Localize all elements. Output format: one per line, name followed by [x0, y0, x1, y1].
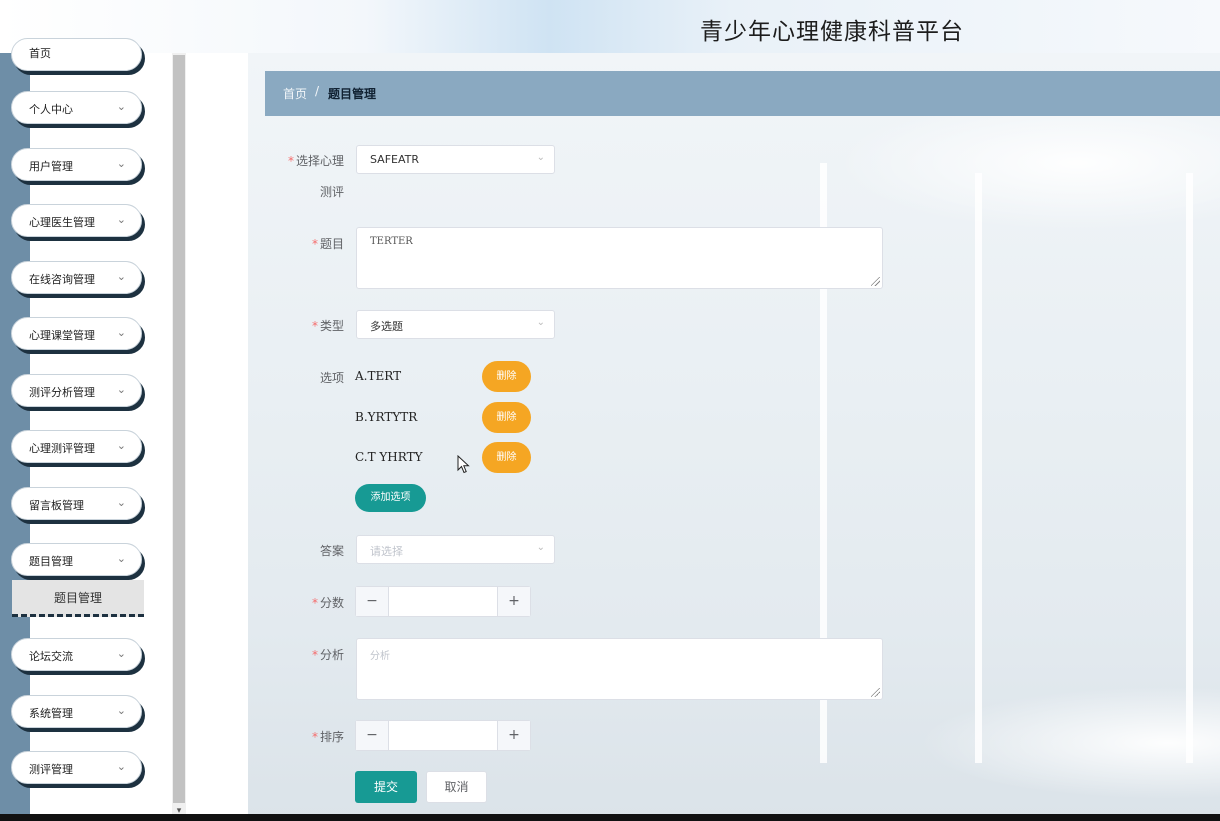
delete-option-b-button[interactable]: 删除: [482, 402, 531, 433]
score-stepper[interactable]: − +: [355, 586, 531, 617]
assessment-select[interactable]: SAFEATR ⌄: [356, 145, 555, 174]
chevron-down-icon: ⌄: [116, 270, 126, 283]
chevron-down-icon: ⌄: [536, 542, 545, 553]
delete-option-c-button[interactable]: 删除: [482, 442, 531, 473]
chevron-down-icon: ⌄: [536, 317, 545, 328]
breadcrumb-separator: /: [315, 84, 320, 98]
type-select[interactable]: 多选题 ⌄: [356, 310, 555, 339]
analysis-placeholder: 分析: [370, 651, 390, 662]
sidebar-item-label: 个人中心: [29, 103, 73, 116]
option-item-a: A.TERT: [355, 369, 402, 383]
minus-icon[interactable]: −: [356, 721, 389, 750]
required-mark: *: [311, 596, 318, 610]
chevron-down-icon: ⌄: [116, 704, 126, 717]
app-title: 青少年心理健康科普平台: [700, 19, 964, 45]
sidebar-item-classroom-management[interactable]: 心理课堂管理 ⌄: [11, 317, 142, 350]
chevron-down-icon: ⌄: [116, 647, 126, 660]
sidebar-item-analysis-management[interactable]: 测评分析管理 ⌄: [11, 374, 142, 407]
sort-stepper[interactable]: − +: [355, 720, 531, 751]
plus-icon[interactable]: +: [497, 587, 530, 616]
option-item-b: B.YRTYTR: [355, 410, 418, 424]
type-select-value: 多选题: [370, 320, 403, 333]
assessment-select-value: SAFEATR: [370, 153, 420, 166]
chevron-down-icon: ⌄: [116, 326, 126, 339]
sidebar-item-label: 留言板管理: [29, 499, 84, 512]
answer-select[interactable]: 请选择 ⌄: [356, 535, 555, 564]
sidebar-item-forum[interactable]: 论坛交流 ⌄: [11, 638, 142, 671]
sidebar-item-personal-center[interactable]: 个人中心 ⌄: [11, 91, 142, 124]
sidebar-item-user-management[interactable]: 用户管理 ⌄: [11, 148, 142, 181]
add-option-button[interactable]: 添加选项: [355, 484, 426, 512]
option-item-c: C.T YHRTY: [355, 450, 423, 464]
sidebar-item-label: 用户管理: [29, 160, 73, 173]
chevron-down-icon: ⌄: [116, 760, 126, 773]
question-value: TERTER: [370, 236, 413, 247]
options-label: 选项: [319, 371, 344, 385]
cancel-button[interactable]: 取消: [426, 771, 487, 803]
analysis-textarea[interactable]: 分析: [356, 638, 883, 700]
sidebar-item-consultation-management[interactable]: 在线咨询管理 ⌄: [11, 261, 142, 294]
sidebar-item-system-management[interactable]: 系统管理 ⌄: [11, 695, 142, 728]
bottom-border: [0, 814, 1220, 821]
mouse-cursor-icon: [457, 455, 470, 474]
chevron-down-icon: ⌄: [116, 496, 126, 509]
assessment-label-cont: 测评: [264, 183, 344, 200]
resize-handle-icon[interactable]: [871, 277, 880, 286]
plus-icon[interactable]: +: [497, 721, 530, 750]
sidebar-item-label: 心理测评管理: [29, 442, 95, 455]
minus-icon[interactable]: −: [356, 587, 389, 616]
sidebar-gap-panel: [186, 53, 248, 821]
sidebar-subitem-question-management[interactable]: 题目管理: [12, 580, 144, 617]
required-mark: *: [311, 648, 318, 662]
score-label: * 分数: [311, 596, 344, 610]
sidebar-item-message-board[interactable]: 留言板管理 ⌄: [11, 487, 142, 520]
sidebar-item-label: 题目管理: [29, 555, 73, 568]
required-mark: *: [311, 319, 318, 333]
sidebar-scrollbar-thumb[interactable]: [173, 55, 185, 803]
sidebar-item-label: 测评分析管理: [29, 386, 95, 399]
analysis-label: * 分析: [311, 648, 344, 662]
submit-button[interactable]: 提交: [355, 771, 417, 803]
sidebar-item-label: 心理医生管理: [29, 216, 95, 229]
sidebar-item-test-management[interactable]: 测评管理 ⌄: [11, 751, 142, 784]
sidebar-item-label: 心理课堂管理: [29, 329, 95, 342]
chevron-down-icon: ⌄: [116, 439, 126, 452]
chevron-down-icon: ⌄: [116, 100, 126, 113]
breadcrumb: 首页 / 题目管理: [265, 71, 1220, 116]
assessment-label-line1: 选择心理: [295, 154, 344, 168]
background-pillar: [1186, 173, 1193, 763]
required-mark: *: [287, 154, 294, 168]
chevron-down-icon: ⌄: [116, 157, 126, 170]
assessment-label: * 选择心理: [264, 152, 344, 169]
background-pillar: [975, 173, 982, 763]
answer-select-placeholder: 请选择: [370, 545, 403, 558]
resize-handle-icon[interactable]: [871, 688, 880, 697]
sidebar-item-doctor-management[interactable]: 心理医生管理 ⌄: [11, 204, 142, 237]
sort-label: * 排序: [311, 730, 344, 744]
sidebar-item-label: 论坛交流: [29, 650, 73, 663]
required-mark: *: [311, 730, 318, 744]
chevron-down-icon: ⌄: [116, 213, 126, 226]
assessment-label-line2: 测评: [319, 185, 344, 199]
answer-label: 答案: [319, 544, 344, 558]
top-header: 青少年心理健康科普平台: [0, 0, 1220, 53]
sidebar-item-home[interactable]: 首页: [11, 38, 142, 71]
required-mark: *: [311, 237, 318, 251]
sidebar-item-label: 测评管理: [29, 763, 73, 776]
breadcrumb-home-link[interactable]: 首页: [283, 85, 307, 102]
breadcrumb-current: 题目管理: [328, 87, 377, 101]
question-label: * 题目: [311, 237, 344, 251]
sidebar-item-assessment-management[interactable]: 心理测评管理 ⌄: [11, 430, 142, 463]
sidebar-item-question-management[interactable]: 题目管理 ⌄: [11, 543, 142, 576]
sidebar-item-label: 系统管理: [29, 707, 73, 720]
chevron-down-icon: ⌄: [116, 383, 126, 396]
delete-option-a-button[interactable]: 删除: [482, 361, 531, 392]
question-textarea[interactable]: TERTER: [356, 227, 883, 289]
chevron-down-icon: ⌄: [116, 552, 126, 565]
type-label: * 类型: [311, 319, 344, 333]
chevron-down-icon: ⌄: [536, 152, 545, 163]
sidebar-item-label: 在线咨询管理: [29, 273, 95, 286]
sidebar-item-label: 首页: [29, 47, 51, 60]
